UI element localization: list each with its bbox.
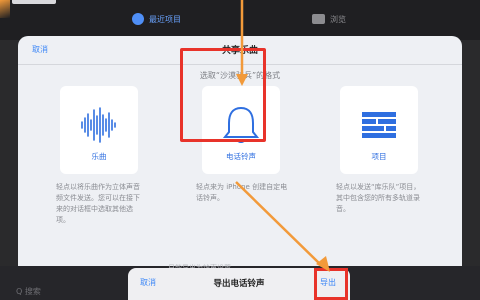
annotation-arrows <box>235 0 330 272</box>
arrow-head-export <box>316 256 330 272</box>
arrow-head-ringtone <box>236 74 248 86</box>
arrow-ringtone-to-export <box>235 181 323 267</box>
